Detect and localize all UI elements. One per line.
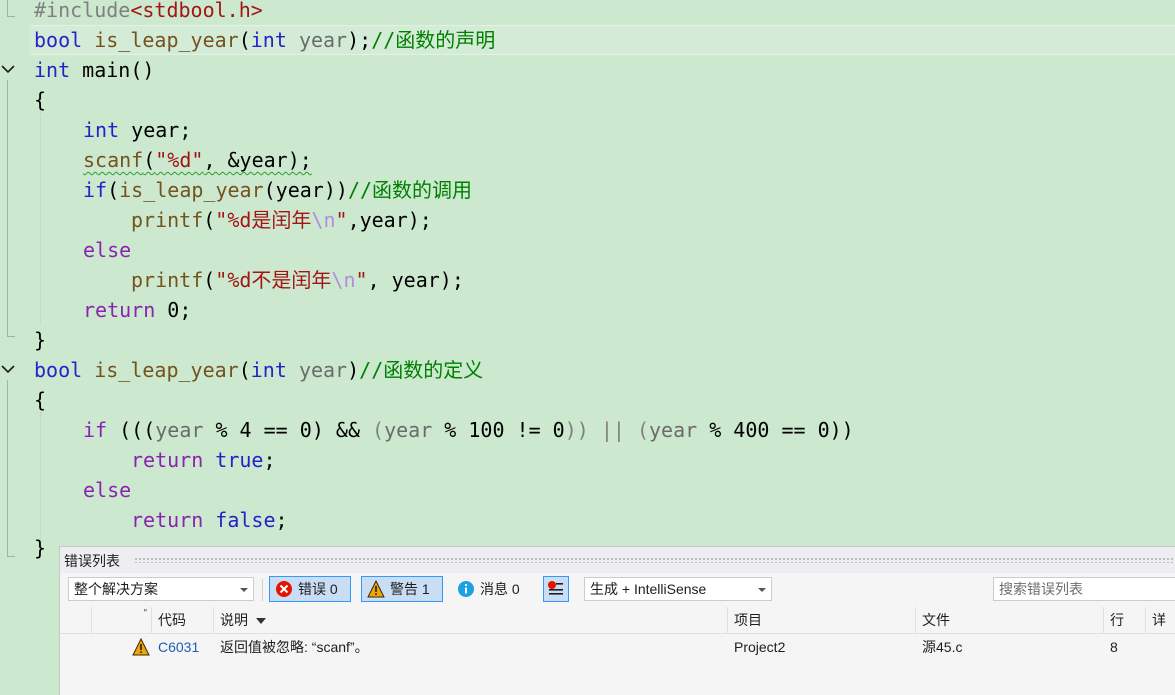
warnings-count-label: 警告 1 bbox=[390, 581, 430, 597]
code-line-18: return false; bbox=[131, 508, 288, 532]
col-code[interactable]: 代码 bbox=[152, 607, 214, 633]
col-description-label: 说明 bbox=[220, 612, 248, 628]
error-grid-header: ″ 代码 说明 项目 文件 行 详细 bbox=[60, 607, 1175, 634]
column-options-icon: ″ bbox=[143, 608, 147, 619]
code-line-6: scanf("%d", &year); bbox=[83, 148, 312, 172]
scope-dropdown-value: 整个解决方案 bbox=[74, 581, 158, 597]
col-detail-label: 详细 bbox=[1152, 612, 1166, 628]
code-line-10: printf("%d不是闰年\n", year); bbox=[131, 268, 464, 292]
code-line-4: { bbox=[34, 88, 47, 112]
warnings-filter-button[interactable]: 警告 1 bbox=[361, 576, 443, 602]
filter-icon bbox=[547, 580, 565, 601]
toolbar-separator bbox=[262, 579, 263, 601]
table-row[interactable]: C6031 返回值被忽略: “scanf”。 Project2 源45.c 8 bbox=[60, 634, 1175, 660]
col-select[interactable] bbox=[60, 607, 92, 633]
build-filter-dropdown[interactable]: 生成 + IntelliSense bbox=[584, 577, 772, 601]
col-detail[interactable]: 详细 bbox=[1146, 607, 1175, 633]
chevron-down-icon bbox=[758, 588, 766, 592]
col-line-label: 行 bbox=[1110, 612, 1124, 628]
row-description: 返回值被忽略: “scanf”。 bbox=[220, 639, 369, 655]
col-file-label: 文件 bbox=[922, 612, 950, 628]
fold-collapse-icon[interactable] bbox=[0, 61, 16, 77]
code-line-1: #include<stdbool.h> bbox=[34, 0, 263, 22]
code-line-14: { bbox=[34, 388, 47, 412]
drag-grip[interactable] bbox=[134, 557, 1175, 563]
code-line-15: if (((year % 4 == 0) && (year % 100 != 0… bbox=[83, 418, 854, 442]
fold-guide bbox=[7, 0, 8, 16]
search-error-list-input[interactable]: 搜索错误列表 bbox=[993, 577, 1175, 601]
fold-end-marker bbox=[7, 336, 15, 337]
warning-icon bbox=[126, 634, 152, 660]
col-description[interactable]: 说明 bbox=[214, 607, 728, 633]
fold-end-marker bbox=[7, 556, 15, 557]
error-list-panel: 错误列表 整个解决方案 错误 0 警告 1 消息 0 生成 + IntelliS… bbox=[59, 546, 1175, 695]
col-line[interactable]: 行 bbox=[1104, 607, 1146, 633]
code-line-5: int year; bbox=[83, 118, 192, 142]
code-line-2: bool is_leap_year(int year);//函数的声明 bbox=[34, 28, 496, 52]
col-project-label: 项目 bbox=[734, 612, 762, 628]
code-line-13: bool is_leap_year(int year)//函数的定义 bbox=[34, 358, 484, 382]
warning-icon bbox=[367, 579, 385, 598]
code-line-11: return 0; bbox=[83, 298, 192, 322]
row-project: Project2 bbox=[734, 639, 786, 655]
row-file: 源45.c bbox=[922, 639, 963, 655]
errors-filter-button[interactable]: 错误 0 bbox=[269, 576, 351, 602]
fold-guide bbox=[7, 380, 8, 556]
panel-title-bar[interactable]: 错误列表 bbox=[60, 547, 1175, 573]
search-placeholder: 搜索错误列表 bbox=[999, 581, 1083, 597]
col-code-label: 代码 bbox=[158, 612, 186, 628]
scope-dropdown[interactable]: 整个解决方案 bbox=[68, 577, 254, 601]
messages-filter-button[interactable]: 消息 0 bbox=[451, 576, 533, 602]
info-icon bbox=[457, 580, 475, 598]
code-line-7: if(is_leap_year(year))//函数的调用 bbox=[83, 178, 473, 202]
fold-guide bbox=[7, 80, 8, 336]
code-line-8: printf("%d是闰年\n",year); bbox=[131, 208, 432, 232]
row-line: 8 bbox=[1110, 639, 1118, 655]
code-line-19: } bbox=[34, 536, 47, 560]
indent-guide bbox=[40, 412, 41, 552]
build-filter-value: 生成 + IntelliSense bbox=[590, 581, 707, 597]
code-line-16: return true; bbox=[131, 448, 276, 472]
chevron-down-icon bbox=[240, 588, 248, 592]
indent-guide bbox=[40, 112, 41, 324]
filter-settings-button[interactable] bbox=[543, 576, 569, 602]
error-icon bbox=[275, 580, 293, 598]
code-line-9: else bbox=[83, 238, 132, 262]
col-project[interactable]: 项目 bbox=[728, 607, 916, 633]
fold-collapse-icon[interactable] bbox=[0, 361, 16, 377]
code-line-17: else bbox=[83, 478, 132, 502]
code-line-3: int main() bbox=[34, 58, 155, 82]
errors-count-label: 错误 0 bbox=[298, 581, 338, 597]
sort-desc-icon bbox=[256, 618, 266, 625]
col-file[interactable]: 文件 bbox=[916, 607, 1104, 633]
panel-title: 错误列表 bbox=[64, 553, 120, 569]
error-list-toolbar: 整个解决方案 错误 0 警告 1 消息 0 生成 + IntelliSense … bbox=[60, 573, 1175, 607]
fold-end-marker bbox=[7, 16, 15, 17]
messages-count-label: 消息 0 bbox=[480, 581, 520, 597]
row-code-link[interactable]: C6031 bbox=[152, 634, 214, 660]
col-type[interactable]: ″ bbox=[92, 607, 152, 633]
code-line-12: } bbox=[34, 328, 47, 352]
